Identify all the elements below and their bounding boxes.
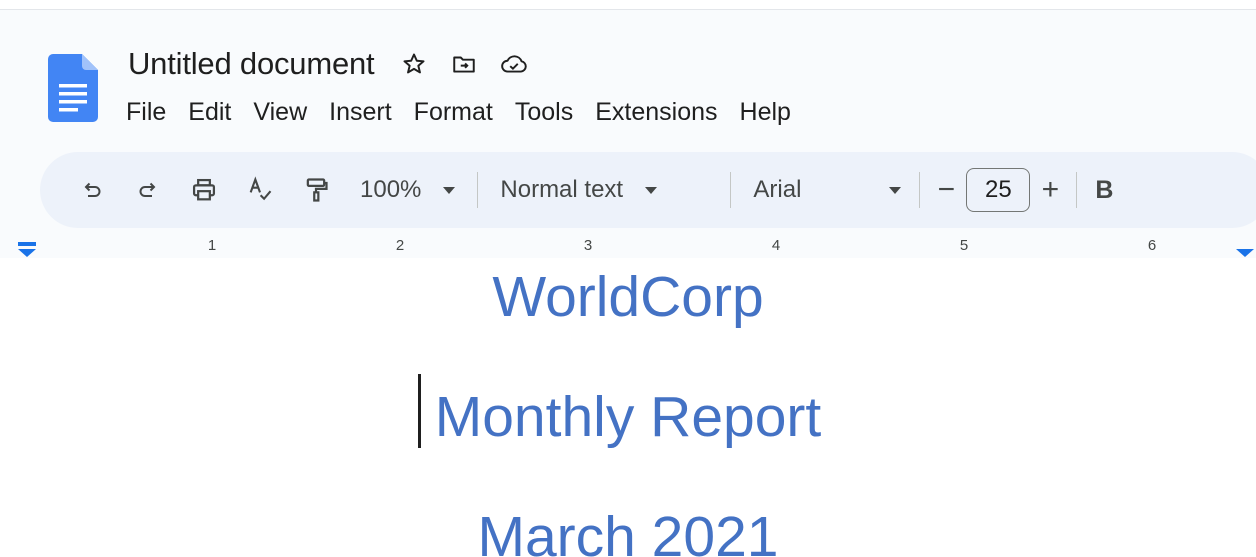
toolbar-divider — [477, 172, 479, 208]
document-line-date[interactable]: March 2021 — [0, 504, 1256, 557]
ruler-number: 3 — [584, 237, 592, 254]
zoom-select[interactable]: 100% — [360, 176, 456, 204]
toolbar-divider — [919, 172, 921, 208]
ruler-number: 6 — [1148, 237, 1156, 254]
menu-format[interactable]: Format — [406, 96, 501, 129]
font-family-value: Arial — [753, 176, 802, 203]
spellcheck-icon — [249, 176, 272, 201]
paint-format-button[interactable] — [294, 168, 338, 212]
ruler-number: 1 — [208, 237, 216, 254]
print-button[interactable] — [182, 168, 226, 212]
docs-header: Untitled document File Edit View Insert … — [0, 10, 1256, 268]
menu-view[interactable]: View — [245, 96, 315, 129]
document-page[interactable]: WorldCorp Monthly Report March 2021 — [0, 258, 1256, 557]
redo-button[interactable] — [126, 168, 170, 212]
menu-help[interactable]: Help — [732, 96, 799, 129]
menu-tools[interactable]: Tools — [507, 96, 581, 129]
google-docs-logo-icon[interactable] — [48, 54, 98, 122]
undo-button[interactable] — [70, 168, 114, 212]
chevron-down-icon — [889, 186, 902, 194]
menu-bar: File Edit View Insert Format Tools Exten… — [118, 94, 805, 130]
menu-edit[interactable]: Edit — [180, 96, 239, 129]
right-indent-marker[interactable] — [1236, 249, 1254, 257]
ruler-number: 5 — [960, 237, 968, 254]
text-cursor — [418, 374, 421, 448]
spellcheck-button[interactable] — [238, 168, 282, 212]
bold-button[interactable]: B — [1095, 176, 1113, 205]
star-icon[interactable] — [400, 50, 428, 78]
document-line-company[interactable]: WorldCorp — [0, 264, 1256, 330]
redo-icon — [139, 182, 156, 197]
cloud-saved-icon[interactable] — [500, 50, 528, 78]
print-icon — [192, 178, 216, 201]
paragraph-style-value: Normal text — [500, 176, 624, 203]
paragraph-style-select[interactable]: Normal text — [500, 176, 708, 204]
chevron-down-icon — [443, 186, 456, 194]
left-indent-marker[interactable] — [18, 242, 36, 257]
move-to-folder-icon[interactable] — [450, 50, 478, 78]
font-size-input[interactable]: 25 — [966, 168, 1031, 212]
toolbar-divider — [730, 172, 732, 208]
browser-top-edge — [0, 0, 1256, 10]
font-family-select[interactable]: Arial — [753, 176, 919, 204]
chevron-down-icon — [645, 186, 658, 194]
title-row: Untitled document — [124, 44, 528, 84]
decrease-font-size-button[interactable]: − — [926, 173, 966, 207]
ruler-number: 2 — [396, 237, 404, 254]
increase-font-size-button[interactable]: + — [1030, 173, 1070, 207]
menu-extensions[interactable]: Extensions — [587, 96, 725, 129]
undo-icon — [84, 182, 101, 197]
ruler-number: 4 — [772, 237, 780, 254]
document-line-report-title[interactable]: Monthly Report — [0, 384, 1256, 450]
document-title-input[interactable]: Untitled document — [124, 46, 378, 82]
paint-format-icon — [306, 178, 328, 202]
menu-file[interactable]: File — [118, 96, 174, 129]
formatting-toolbar: 100% Normal text Arial − 25 + B — [40, 152, 1256, 228]
toolbar-divider — [1076, 172, 1078, 208]
zoom-value: 100% — [360, 176, 422, 203]
menu-insert[interactable]: Insert — [321, 96, 400, 129]
